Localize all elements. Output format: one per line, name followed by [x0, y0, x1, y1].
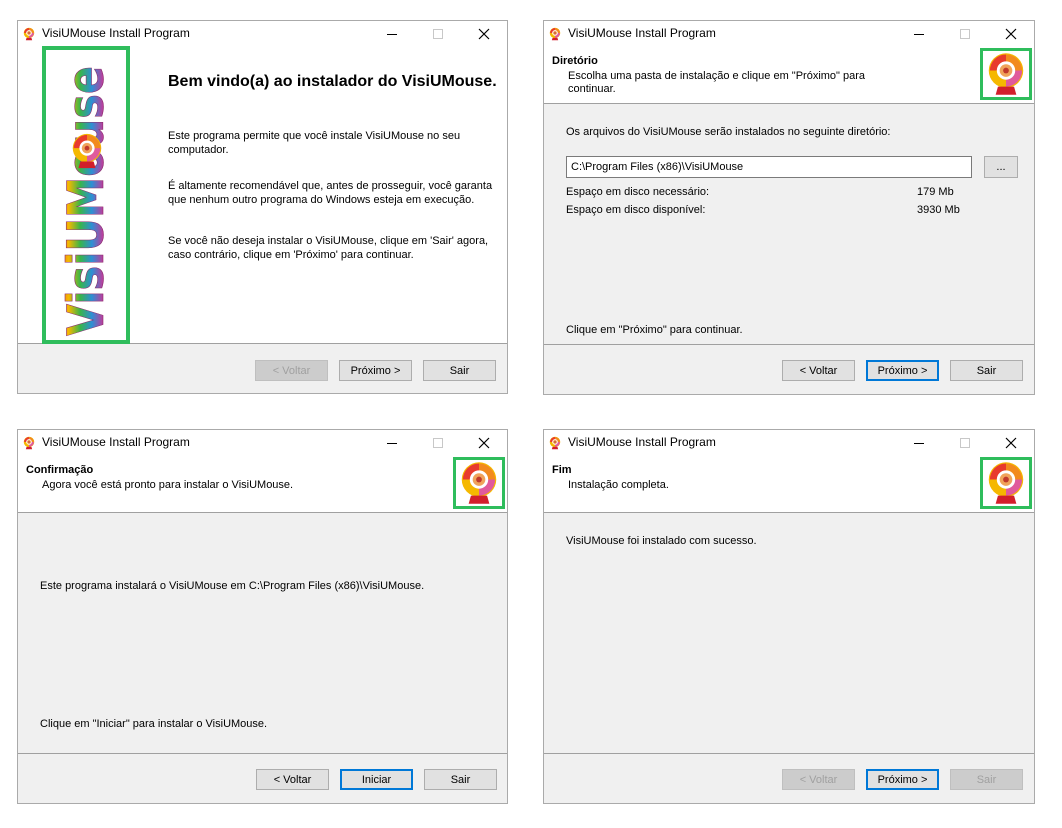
installer-window-confirmation: VisiUMouse Install Program Confirmação A… [17, 429, 508, 804]
minimize-button[interactable] [896, 21, 942, 46]
maximize-icon [960, 28, 970, 39]
installer-window-finish: VisiUMouse Install Program Fim Instalaçã… [543, 429, 1035, 804]
close-button[interactable] [461, 21, 507, 46]
installer-window-welcome: VisiUMouse Install Program VisiUMouse Be… [17, 20, 508, 394]
minimize-icon [914, 442, 924, 444]
minimize-icon [914, 33, 924, 35]
webcam-icon [456, 460, 502, 506]
page-title: Confirmação [26, 464, 94, 476]
page-header: Diretório Escolha uma pasta de instalaçã… [544, 46, 1034, 104]
page-subtitle: Agora você está pronto para instalar o V… [42, 479, 294, 491]
space-available-value: 3930 Mb [917, 204, 960, 216]
exit-button: Sair [950, 769, 1023, 790]
exit-button[interactable]: Sair [950, 360, 1023, 381]
next-button[interactable]: Próximo > [339, 360, 412, 381]
maximize-button [942, 430, 988, 455]
close-icon [478, 437, 490, 448]
paragraph-line: É altamente recomendável que, antes de p… [168, 180, 493, 192]
page-subtitle: Instalação completa. [568, 479, 669, 491]
maximize-button [415, 430, 461, 455]
maximize-icon [433, 437, 443, 448]
back-button[interactable]: < Voltar [782, 360, 855, 381]
paragraph-line: caso contrário, clique em 'Próximo' para… [168, 249, 414, 261]
paragraph-line: que nenhum outro programa do Windows est… [168, 194, 475, 206]
webcam-icon [548, 27, 562, 41]
window-title: VisiUMouse Install Program [568, 435, 716, 449]
back-button[interactable]: < Voltar [256, 769, 329, 790]
webcam-icon [22, 436, 36, 450]
directory-intro: Os arquivos do VisiUMouse serão instalad… [566, 126, 891, 138]
welcome-panel: VisiUMouse Bem vindo(a) ao instalador do… [18, 46, 507, 344]
exit-button[interactable]: Sair [424, 769, 497, 790]
space-available-label: Espaço em disco disponível: [566, 204, 706, 216]
minimize-button[interactable] [369, 430, 415, 455]
page-title: Fim [552, 464, 572, 476]
close-button[interactable] [988, 21, 1034, 46]
minimize-button[interactable] [369, 21, 415, 46]
space-required-label: Espaço em disco necessário: [566, 186, 710, 198]
next-button[interactable]: Próximo > [866, 360, 939, 381]
maximize-icon [960, 437, 970, 448]
footer-instruction: Clique em "Próximo" para continuar. [566, 324, 743, 336]
maximize-button [415, 21, 461, 46]
webcam-icon [22, 27, 36, 41]
install-path-input[interactable] [566, 156, 972, 178]
exit-button[interactable]: Sair [423, 360, 496, 381]
minimize-icon [387, 442, 397, 444]
page-header: Confirmação Agora você está pronto para … [18, 455, 507, 513]
maximize-button [942, 21, 988, 46]
welcome-heading: Bem vindo(a) ao instalador do VisiUMouse… [168, 73, 497, 90]
visiumouse-banner: VisiUMouse [42, 46, 130, 344]
paragraph-line: Se você não deseja instalar o VisiUMouse… [168, 235, 489, 247]
close-button[interactable] [461, 430, 507, 455]
maximize-icon [433, 28, 443, 39]
button-separator [544, 753, 1034, 754]
close-icon [1005, 437, 1017, 448]
welcome-paragraph-2: É altamente recomendável que, antes de p… [168, 179, 492, 207]
app-logo [980, 457, 1032, 509]
back-button: < Voltar [255, 360, 328, 381]
paragraph-line: Este programa permite que você instale V… [168, 130, 461, 142]
next-button[interactable]: Próximo > [866, 769, 939, 790]
minimize-icon [387, 33, 397, 35]
window-title: VisiUMouse Install Program [42, 435, 190, 449]
close-button[interactable] [988, 430, 1034, 455]
title-bar[interactable]: VisiUMouse Install Program [18, 21, 507, 46]
webcam-icon [983, 460, 1029, 506]
welcome-paragraph-3: Se você não deseja instalar o VisiUMouse… [168, 234, 488, 262]
space-required-value: 179 Mb [917, 186, 954, 198]
minimize-button[interactable] [896, 430, 942, 455]
welcome-paragraph-1: Este programa permite que você instale V… [168, 129, 460, 157]
confirmation-text: Este programa instalará o VisiUMouse em … [40, 580, 425, 592]
window-title: VisiUMouse Install Program [42, 26, 190, 40]
page-subtitle: Escolha uma pasta de instalação e clique… [568, 70, 866, 95]
title-bar[interactable]: VisiUMouse Install Program [544, 21, 1034, 46]
footer-instruction: Clique em "Iniciar" para instalar o Visi… [40, 718, 268, 730]
success-message: VisiUMouse foi instalado com sucesso. [566, 535, 757, 547]
app-logo [453, 457, 505, 509]
button-separator [544, 344, 1034, 345]
title-bar[interactable]: VisiUMouse Install Program [544, 430, 1034, 455]
svg-text:VisiUMouse: VisiUMouse [57, 66, 115, 336]
start-button[interactable]: Iniciar [340, 769, 413, 790]
app-logo [980, 48, 1032, 100]
back-button: < Voltar [782, 769, 855, 790]
webcam-icon [548, 436, 562, 450]
paragraph-line: computador. [168, 144, 229, 156]
button-separator [18, 753, 507, 754]
close-icon [1005, 28, 1017, 39]
title-bar[interactable]: VisiUMouse Install Program [18, 430, 507, 455]
page-title: Diretório [552, 55, 598, 67]
page-header: Fim Instalação completa. [544, 455, 1034, 513]
browse-button[interactable]: ... [984, 156, 1018, 178]
installer-window-directory: VisiUMouse Install Program Diretório Esc… [543, 20, 1035, 395]
banner-logo: VisiUMouse [57, 66, 116, 337]
webcam-icon [983, 51, 1029, 97]
close-icon [478, 28, 490, 39]
window-title: VisiUMouse Install Program [568, 26, 716, 40]
